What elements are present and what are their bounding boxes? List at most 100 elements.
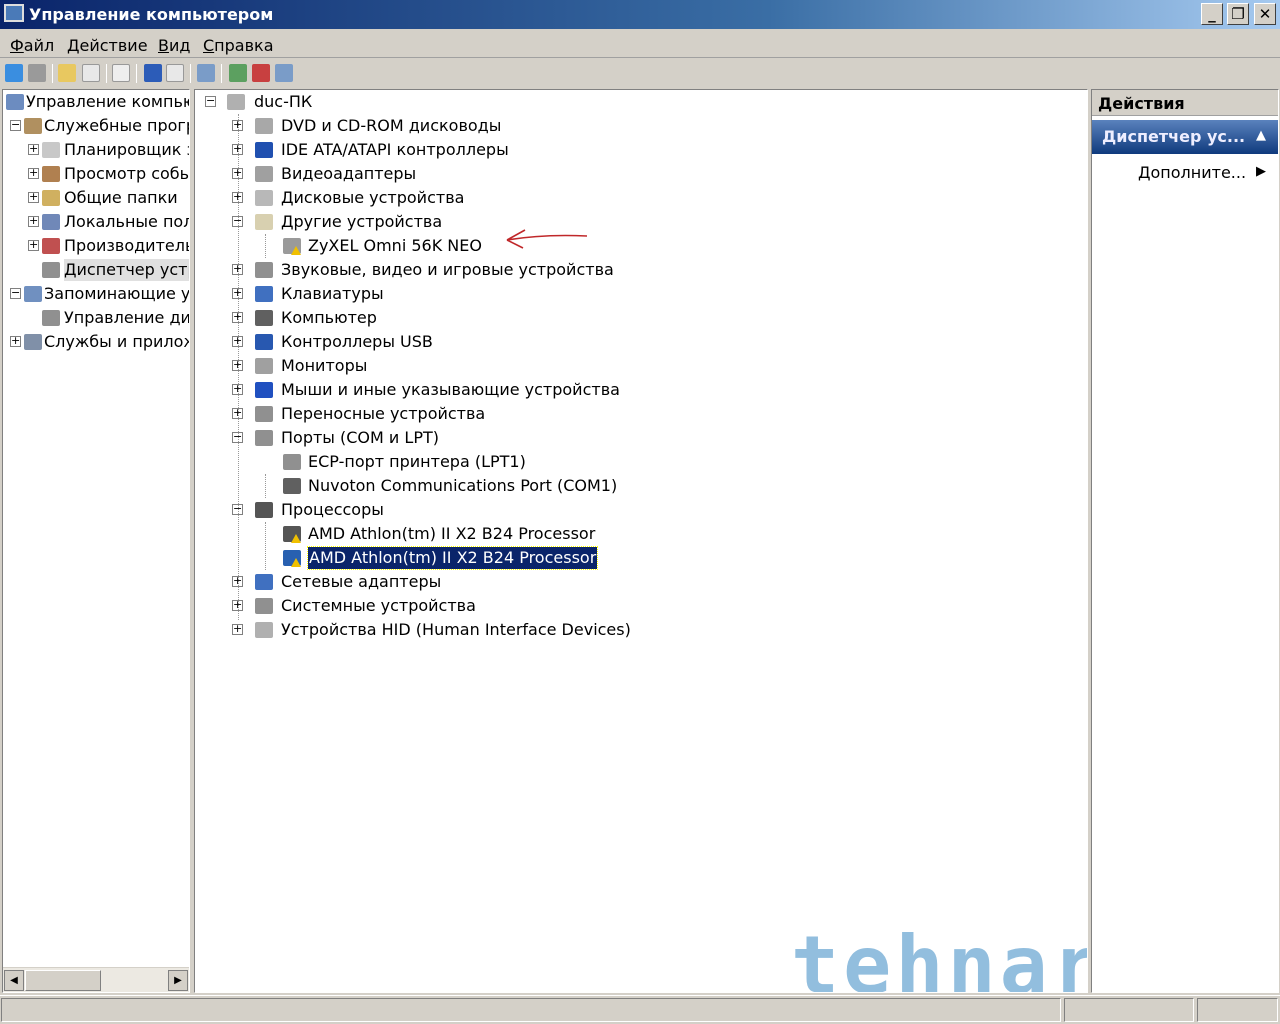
tree-item-label: Служебные програ <box>44 116 190 135</box>
more-actions-label: Дополните... <box>1138 163 1247 182</box>
tree-item[interactable]: + Переносные устройства <box>195 403 1087 425</box>
collapse-icon[interactable]: − <box>10 287 21 299</box>
device-icon <box>255 190 273 206</box>
tree-item[interactable]: + Сетевые адаптеры <box>195 571 1087 593</box>
tree-item[interactable]: + Планировщик за <box>3 139 189 161</box>
tree-item[interactable]: + Мыши и иные указывающие устройства <box>195 379 1087 401</box>
disable-device-icon[interactable] <box>275 64 293 82</box>
actions-group-device-manager[interactable]: Диспетчер ус... ▲ <box>1092 120 1278 154</box>
collapse-icon[interactable]: − <box>205 95 216 107</box>
update-driver-icon[interactable] <box>229 64 247 82</box>
expand-icon[interactable]: + <box>28 215 39 227</box>
minimize-button[interactable]: _ <box>1201 3 1223 25</box>
forward-icon[interactable] <box>28 64 46 82</box>
tree-item-label: Порты (COM и LPT) <box>281 428 439 447</box>
tree-item-label: DVD и CD-ROM дисководы <box>281 116 502 135</box>
expand-icon[interactable]: + <box>28 167 39 179</box>
tree-item[interactable]: + Службы и приложе <box>3 331 189 353</box>
help-icon[interactable] <box>144 64 162 82</box>
tree-item[interactable]: AMD Athlon(tm) II X2 B24 Processor <box>195 523 1087 545</box>
menu-item-0[interactable]: Файл <box>10 36 54 55</box>
tree-item[interactable]: + Звуковые, видео и игровые устройства <box>195 259 1087 281</box>
up-folder-icon[interactable] <box>58 64 76 82</box>
expand-icon[interactable]: + <box>28 143 39 155</box>
expand-icon[interactable]: + <box>28 239 39 251</box>
tree-line <box>265 522 266 570</box>
tree-item-label: Планировщик за <box>64 140 189 159</box>
tree-item-label: ZyXEL Omni 56K NEO <box>308 236 482 255</box>
tree-item[interactable]: + Производительн <box>3 235 189 257</box>
tree-item-label: Компьютер <box>281 308 377 327</box>
show-hide-tree-icon[interactable] <box>82 64 100 82</box>
device-icon <box>255 142 273 158</box>
menu-item-2[interactable]: Вид <box>158 36 190 55</box>
tree-item[interactable]: − Порты (COM и LPT) <box>195 427 1087 449</box>
tree-item[interactable]: + Устройства HID (Human Interface Devices… <box>195 619 1087 641</box>
tree-item[interactable]: Nuvoton Communications Port (COM1) <box>195 475 1087 497</box>
tree-item[interactable]: Управление компьют <box>3 91 189 113</box>
device-icon <box>255 358 273 374</box>
title-bar: Управление компьютером _ ❐ ✕ <box>0 0 1280 29</box>
device-icon <box>255 574 273 590</box>
tree-item[interactable]: Диспетчер устро <box>3 259 189 281</box>
scroll-left-icon[interactable]: ◀ <box>4 970 24 991</box>
tree-item[interactable]: AMD Athlon(tm) II X2 B24 Processor <box>195 546 1087 570</box>
properties-icon[interactable] <box>112 64 130 82</box>
menu-item-3[interactable]: Справка <box>203 36 274 55</box>
expand-icon[interactable]: + <box>28 191 39 203</box>
device-icon <box>42 190 60 206</box>
toolbar <box>0 60 1280 87</box>
tree-item[interactable]: + IDE ATA/ATAPI контроллеры <box>195 139 1087 161</box>
tree-item[interactable]: + Общие папки <box>3 187 189 209</box>
device-icon <box>255 334 273 350</box>
horizontal-scrollbar[interactable]: ◀ ▶ <box>3 967 189 992</box>
collapse-up-icon[interactable]: ▲ <box>1256 128 1266 143</box>
tree-item-label: Службы и приложе <box>44 332 189 351</box>
tree-item[interactable]: + Клавиатуры <box>195 283 1087 305</box>
scroll-thumb[interactable] <box>25 970 101 991</box>
tree-item[interactable]: + Дисковые устройства <box>195 187 1087 209</box>
restore-button[interactable]: ❐ <box>1227 3 1249 25</box>
warning-icon <box>291 246 301 255</box>
tree-item[interactable]: + Контроллеры USB <box>195 331 1087 353</box>
menu-item-1[interactable]: Действие <box>67 36 148 55</box>
tree-item[interactable]: + Видеоадаптеры <box>195 163 1087 185</box>
show-hide-action-pane-icon[interactable] <box>166 64 184 82</box>
tree-item-label: Контроллеры USB <box>281 332 433 351</box>
tree-item[interactable]: + Локальные поль <box>3 211 189 233</box>
tree-item[interactable]: − Запоминающие ус <box>3 283 189 305</box>
tree-item[interactable]: ECP-порт принтера (LPT1) <box>195 451 1087 473</box>
back-icon[interactable] <box>5 64 23 82</box>
close-button[interactable]: ✕ <box>1254 3 1276 25</box>
tree-item-label: Устройства HID (Human Interface Devices) <box>281 620 631 639</box>
tree-item[interactable]: − Другие устройства <box>195 211 1087 233</box>
collapse-icon[interactable]: − <box>10 119 21 131</box>
tree-item-label: Nuvoton Communications Port (COM1) <box>308 476 618 495</box>
tree-item[interactable]: + Компьютер <box>195 307 1087 329</box>
scan-hardware-icon[interactable] <box>197 64 215 82</box>
actions-group-label: Диспетчер ус... <box>1102 127 1246 146</box>
tree-item[interactable]: + Системные устройства <box>195 595 1087 617</box>
uninstall-icon[interactable] <box>252 64 270 82</box>
device-icon <box>283 454 301 470</box>
device-icon <box>42 262 60 278</box>
more-actions-item[interactable]: Дополните... <box>1138 163 1246 182</box>
tree-item[interactable]: + Просмотр событ <box>3 163 189 185</box>
device-icon <box>42 166 60 182</box>
tree-item[interactable]: + DVD и CD-ROM дисководы <box>195 115 1087 137</box>
expand-icon[interactable]: + <box>232 623 243 635</box>
scroll-right-icon[interactable]: ▶ <box>168 970 188 991</box>
tree-item-label: Видеоадаптеры <box>281 164 417 183</box>
tree-item[interactable]: + Мониторы <box>195 355 1087 377</box>
tree-item[interactable]: − duc-ПК <box>195 91 1087 113</box>
device-icon <box>42 310 60 326</box>
device-icon <box>255 406 273 422</box>
actions-pane: Действия Диспетчер ус... ▲ Дополните... … <box>1091 89 1279 993</box>
warning-icon <box>291 534 301 543</box>
expand-icon[interactable]: + <box>10 335 21 347</box>
watermark: tehnari.ru <box>791 919 1087 993</box>
tree-item[interactable]: ZyXEL Omni 56K NEO <box>195 235 1087 257</box>
tree-item[interactable]: − Служебные програ <box>3 115 189 137</box>
tree-item[interactable]: Управление дис <box>3 307 189 329</box>
tree-item[interactable]: − Процессоры <box>195 499 1087 521</box>
